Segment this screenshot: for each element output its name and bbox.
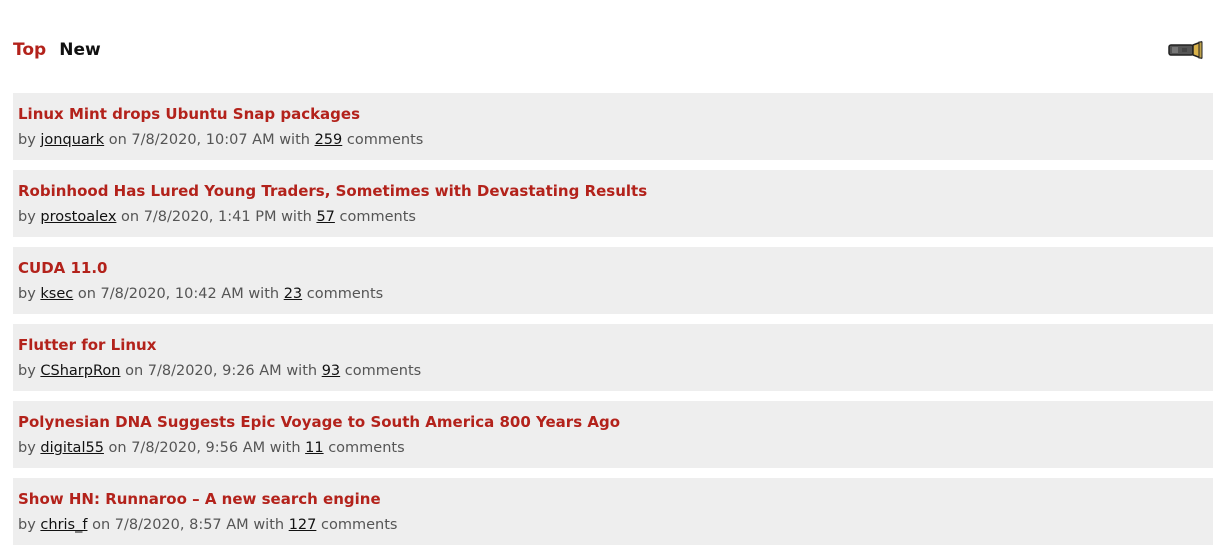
meta-on: on	[77, 286, 96, 302]
meta-on: on	[108, 440, 127, 456]
meta-comments: comments	[344, 363, 422, 379]
header-nav: Top New	[13, 38, 1228, 62]
meta-with: with	[281, 209, 312, 225]
story-comments-link[interactable]: 93	[322, 363, 340, 379]
meta-comments: comments	[346, 132, 424, 148]
meta-comments: comments	[306, 286, 384, 302]
story-author-link[interactable]: ksec	[40, 286, 73, 302]
meta-comments: comments	[339, 209, 416, 225]
story-title-link[interactable]: Polynesian DNA Suggests Epic Voyage to S…	[18, 412, 620, 432]
story-comments-link[interactable]: 127	[289, 517, 317, 533]
story-item: Robinhood Has Lured Young Traders, Somet…	[13, 170, 1213, 237]
meta-comments: comments	[328, 440, 405, 456]
story-item: CUDA 11.0 by ksec on 7/8/2020, 10:42 AM …	[13, 247, 1213, 314]
story-list: Linux Mint drops Ubuntu Snap packages by…	[13, 93, 1213, 555]
story-meta: by jonquark on 7/8/2020, 10:07 AM with 2…	[18, 130, 423, 150]
meta-on: on	[108, 132, 127, 148]
story-author-link[interactable]: chris_f	[40, 517, 87, 533]
story-item: Show HN: Runnaroo – A new search engine …	[13, 478, 1213, 545]
meta-by: by	[18, 363, 36, 379]
story-item: Flutter for Linux by CSharpRon on 7/8/20…	[13, 324, 1213, 391]
meta-comments: comments	[320, 517, 398, 533]
story-date: 7/8/2020, 1:41 PM	[143, 209, 277, 225]
story-meta: by ksec on 7/8/2020, 10:42 AM with 23 co…	[18, 284, 383, 304]
story-title-link[interactable]: Robinhood Has Lured Young Traders, Somet…	[18, 181, 647, 201]
story-date: 7/8/2020, 8:57 AM	[114, 517, 249, 533]
story-item: Linux Mint drops Ubuntu Snap packages by…	[13, 93, 1213, 160]
story-meta: by CSharpRon on 7/8/2020, 9:26 AM with 9…	[18, 361, 421, 381]
story-author-link[interactable]: prostoalex	[40, 209, 116, 225]
story-title-link[interactable]: Show HN: Runnaroo – A new search engine	[18, 489, 381, 509]
meta-by: by	[18, 440, 36, 456]
story-date: 7/8/2020, 9:56 AM	[131, 440, 266, 456]
story-title-link[interactable]: Linux Mint drops Ubuntu Snap packages	[18, 104, 360, 124]
story-date: 7/8/2020, 10:07 AM	[131, 132, 275, 148]
nav-new-link[interactable]: New	[59, 38, 100, 62]
story-comments-link[interactable]: 57	[316, 209, 334, 225]
story-meta: by chris_f on 7/8/2020, 8:57 AM with 127…	[18, 515, 397, 535]
story-author-link[interactable]: jonquark	[40, 132, 104, 148]
meta-by: by	[18, 286, 36, 302]
meta-on: on	[92, 517, 111, 533]
meta-by: by	[18, 132, 36, 148]
story-comments-link[interactable]: 23	[284, 286, 302, 302]
story-item: Polynesian DNA Suggests Epic Voyage to S…	[13, 401, 1213, 468]
meta-with: with	[279, 132, 310, 148]
story-date: 7/8/2020, 10:42 AM	[100, 286, 244, 302]
meta-by: by	[18, 209, 36, 225]
story-title-link[interactable]: Flutter for Linux	[18, 335, 156, 355]
nav-top-link[interactable]: Top	[13, 38, 46, 62]
meta-on: on	[125, 363, 144, 379]
story-date: 7/8/2020, 9:26 AM	[147, 363, 282, 379]
meta-with: with	[253, 517, 285, 533]
story-meta: by prostoalex on 7/8/2020, 1:41 PM with …	[18, 207, 416, 227]
meta-with: with	[286, 363, 318, 379]
story-author-link[interactable]: digital55	[40, 440, 104, 456]
meta-by: by	[18, 517, 36, 533]
story-title-link[interactable]: CUDA 11.0	[18, 258, 107, 278]
story-comments-link[interactable]: 259	[315, 132, 343, 148]
story-author-link[interactable]: CSharpRon	[40, 363, 120, 379]
meta-on: on	[121, 209, 140, 225]
story-comments-link[interactable]: 11	[305, 440, 323, 456]
meta-with: with	[269, 440, 301, 456]
meta-with: with	[248, 286, 280, 302]
story-meta: by digital55 on 7/8/2020, 9:56 AM with 1…	[18, 438, 405, 458]
flashlight-icon[interactable]	[1168, 40, 1204, 60]
